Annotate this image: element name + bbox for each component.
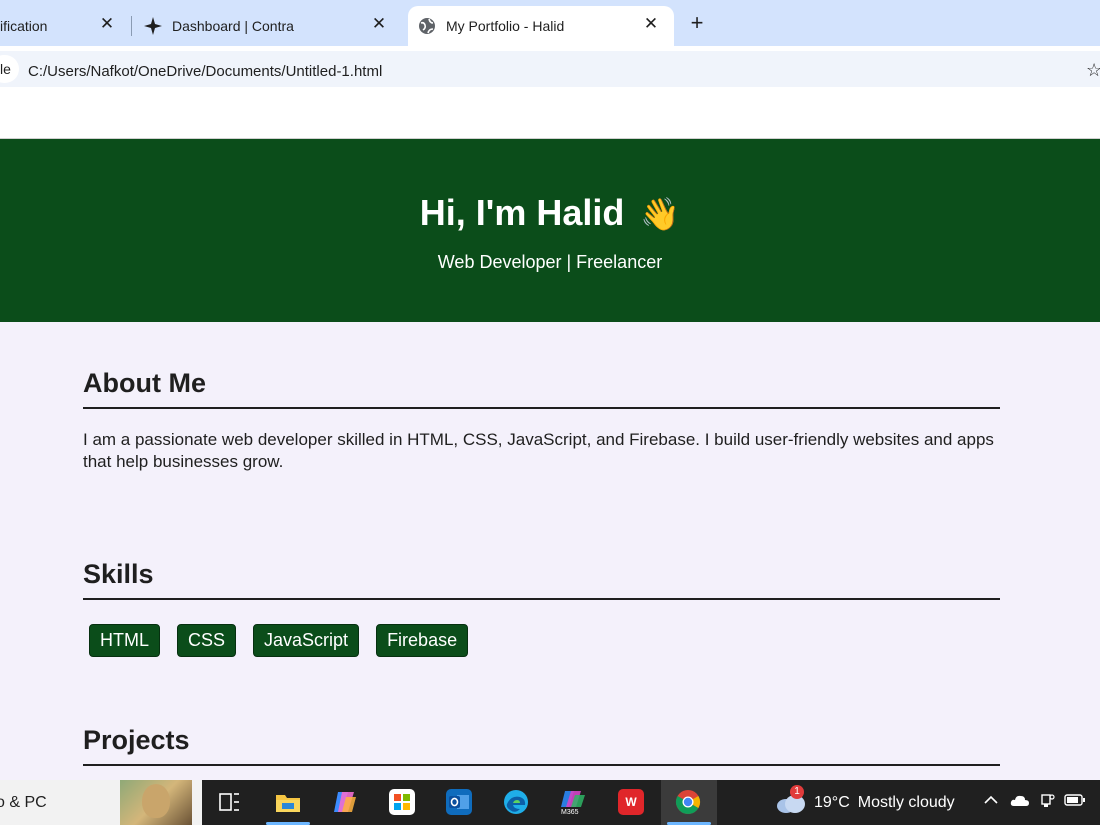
skill-tag: Firebase — [376, 624, 469, 657]
wps-office-icon[interactable]: W — [618, 789, 644, 815]
edge-icon[interactable] — [503, 789, 529, 815]
tab-title: Dashboard | Contra — [172, 18, 294, 34]
hero-subtitle: Web Developer | Freelancer — [437, 252, 663, 272]
hero-banner: Hi, I'm Halid 👋 Web Developer | Freelanc… — [0, 139, 1100, 322]
tab-title: ification — [0, 18, 48, 34]
search-box-text: o & PC — [0, 794, 47, 811]
chrome-icon[interactable] — [675, 789, 701, 815]
weather-widget[interactable]: 1 19°C Mostly cloudy — [776, 785, 955, 818]
page-viewport: Hi, I'm Halid 👋 Web Developer | Freelanc… — [0, 92, 1100, 780]
new-tab-button[interactable]: + — [686, 12, 708, 34]
hero-title-text: Hi, I'm Halid — [419, 192, 625, 233]
copilot-icon[interactable] — [332, 789, 358, 815]
wps-label: W — [625, 795, 637, 809]
skill-tag: CSS — [177, 624, 237, 657]
globe-icon — [418, 17, 436, 35]
task-view-icon[interactable] — [216, 789, 242, 815]
close-icon[interactable]: ✕ — [98, 15, 116, 33]
close-icon[interactable]: ✕ — [642, 15, 660, 33]
skills-heading: Skills — [83, 559, 1000, 600]
skill-list: HTML CSS JavaScript Firebase — [83, 624, 1000, 657]
tab-notification[interactable]: ification ✕ — [0, 6, 130, 46]
tab-title: My Portfolio - Halid — [446, 18, 565, 34]
taskbar: o & PC M365 W 1 19°C Mostly cloudy — [0, 780, 1100, 825]
waving-hand-icon: 👋 — [640, 196, 681, 232]
address-bar: le C:/Users/Nafkot/OneDrive/Documents/Un… — [0, 46, 1100, 92]
about-section: About Me I am a passionate web developer… — [83, 322, 1000, 473]
weather-condition: Mostly cloudy — [857, 794, 955, 811]
contra-star-icon — [144, 17, 162, 35]
weather-badge: 1 — [790, 785, 804, 799]
skill-tag: JavaScript — [253, 624, 360, 657]
projects-heading: Projects — [83, 725, 1000, 766]
projects-section: Projects — [83, 657, 1000, 766]
onedrive-icon[interactable] — [1010, 793, 1030, 812]
close-icon[interactable]: ✕ — [370, 15, 388, 33]
skills-section: Skills HTML CSS JavaScript Firebase — [83, 473, 1000, 657]
bookmark-star-icon[interactable]: ☆ — [1086, 60, 1100, 81]
network-icon[interactable] — [1038, 793, 1056, 814]
m365-label: M365 — [561, 809, 579, 816]
tab-my-portfolio[interactable]: My Portfolio - Halid ✕ — [408, 6, 674, 46]
search-highlight-image — [120, 780, 192, 825]
tab-dashboard-contra[interactable]: Dashboard | Contra ✕ — [132, 6, 402, 46]
about-heading: About Me — [83, 368, 1000, 409]
file-explorer-icon[interactable] — [275, 789, 301, 815]
url-text[interactable]: C:/Users/Nafkot/OneDrive/Documents/Untit… — [28, 63, 382, 80]
weather-temperature: 19°C — [814, 794, 850, 811]
outlook-icon[interactable] — [446, 789, 472, 815]
battery-icon[interactable] — [1064, 793, 1086, 812]
hero-title: Hi, I'm Halid 👋 — [0, 193, 1100, 234]
skill-tag: HTML — [89, 624, 160, 657]
page-top-strip — [0, 92, 1100, 139]
chevron-up-icon[interactable] — [984, 793, 998, 812]
microsoft-store-icon[interactable] — [389, 789, 415, 815]
weather-cloud-icon: 1 — [776, 785, 806, 813]
tab-strip: ification ✕ Dashboard | Contra ✕ My Port… — [0, 0, 1100, 46]
taskbar-search[interactable]: o & PC — [0, 780, 202, 825]
about-text: I am a passionate web developer skilled … — [83, 430, 994, 471]
